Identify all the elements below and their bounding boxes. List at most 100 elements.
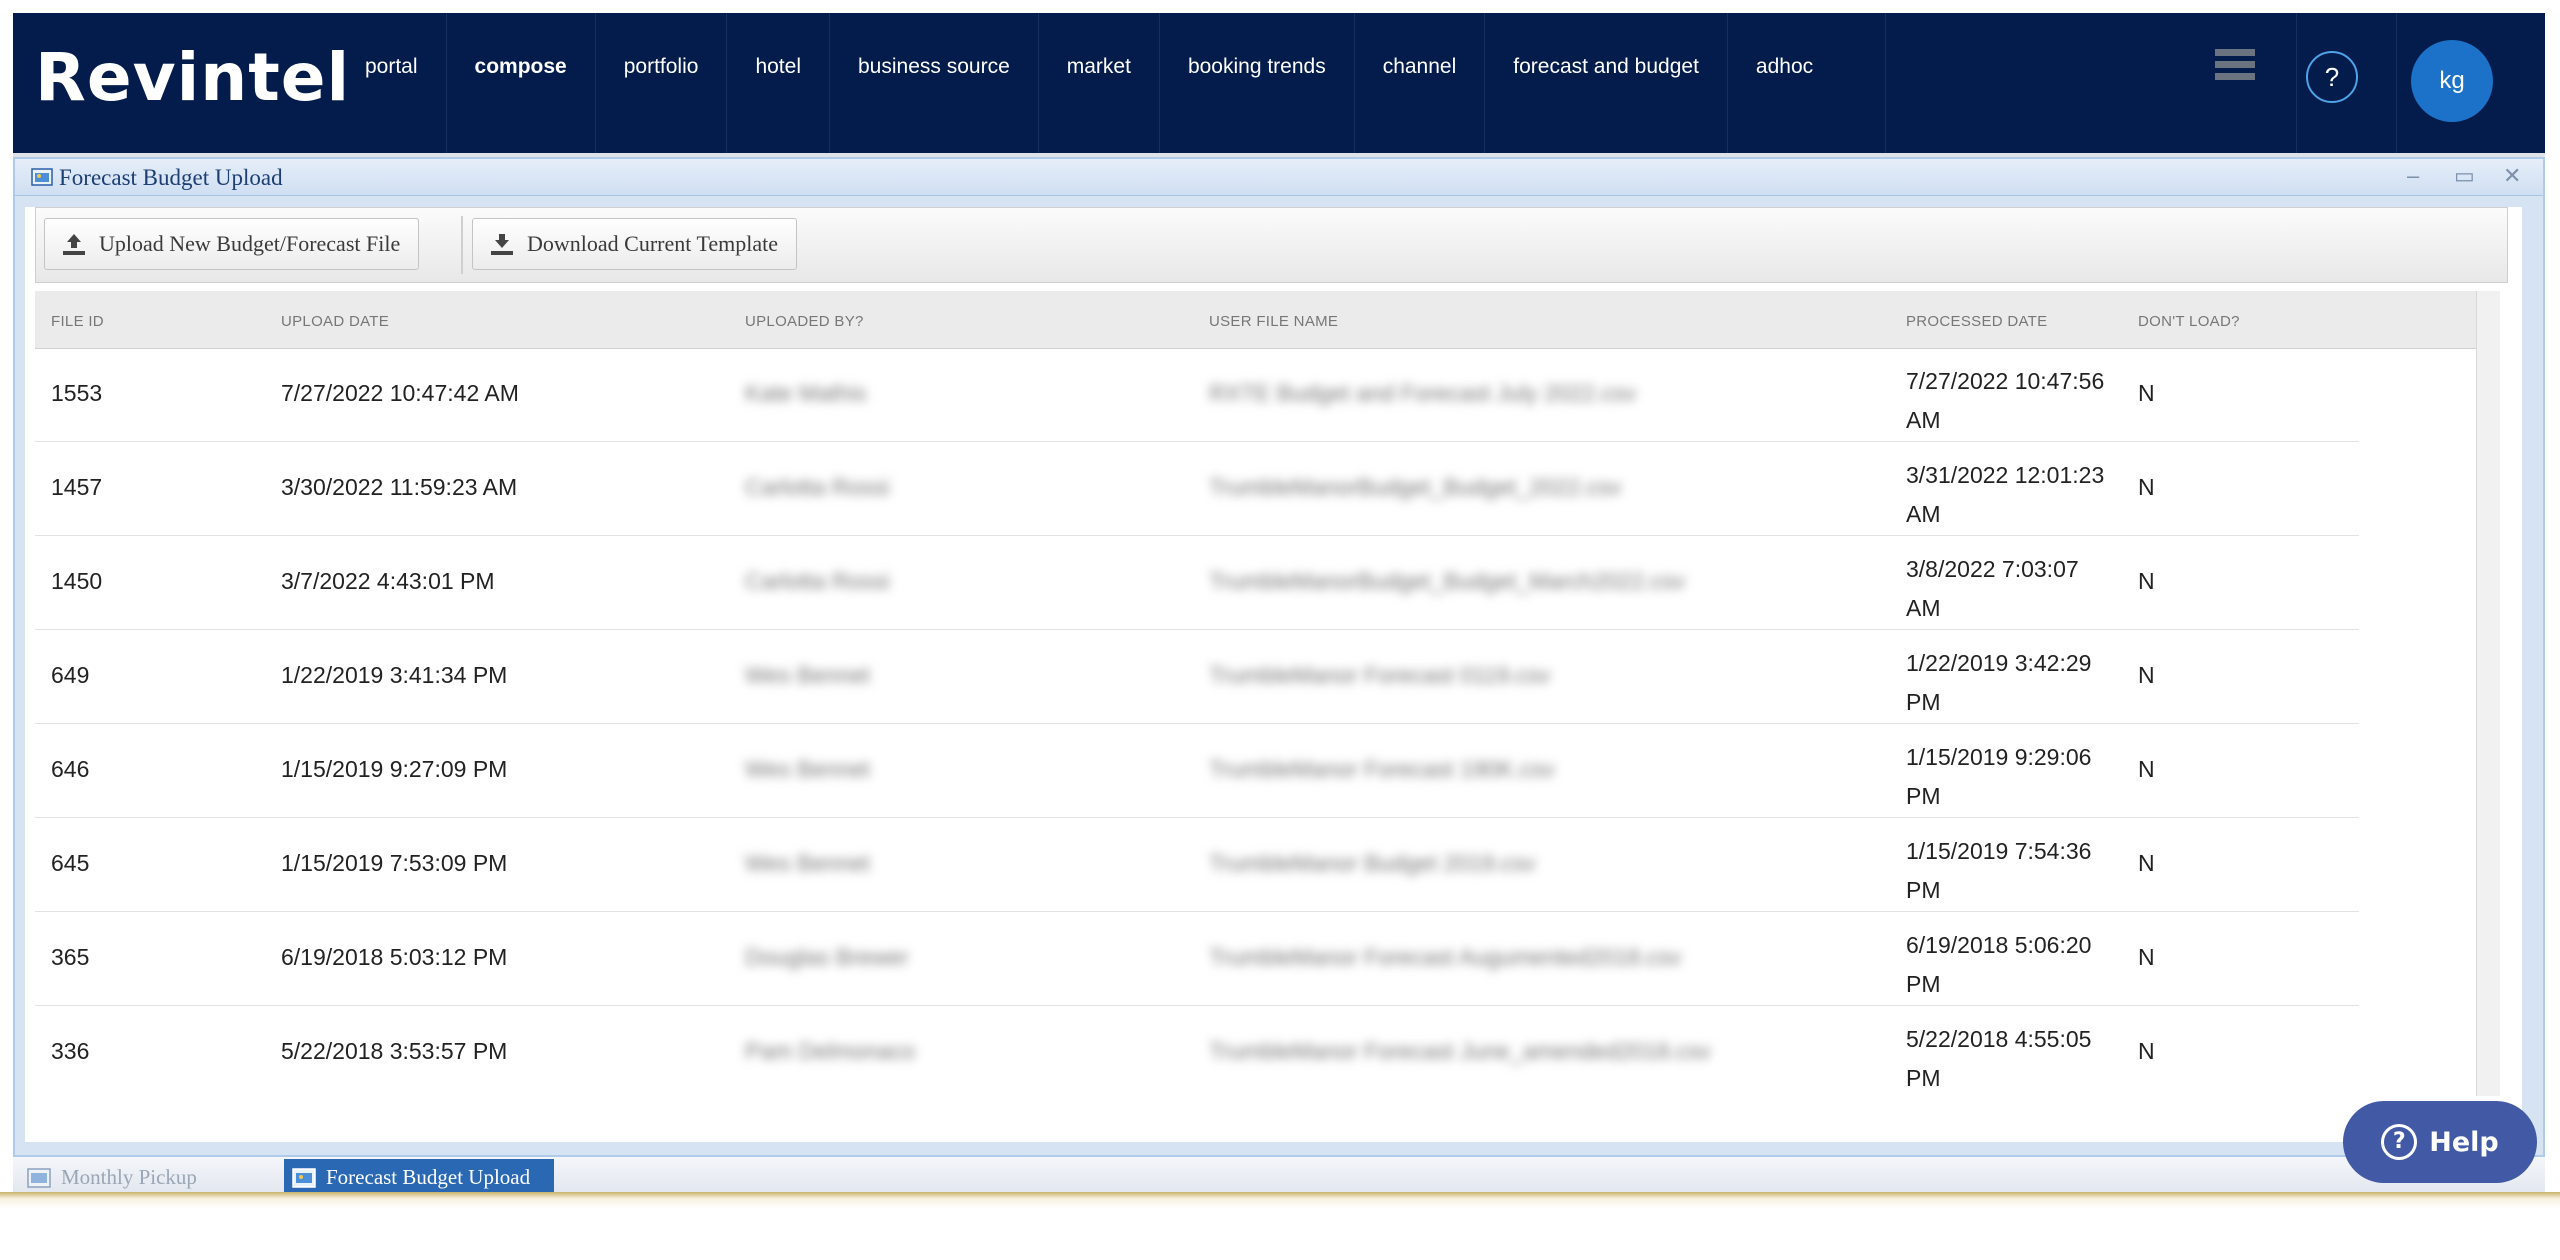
cell-file-id: 1450 xyxy=(51,568,103,594)
cell-uploaded-by: Pam Delmonaco xyxy=(745,1038,916,1064)
table-row[interactable]: 336 5/22/2018 3:53:57 PM Pam Delmonaco Trum… xyxy=(35,1006,2359,1096)
cell-upload-date: 1/22/2019 3:41:34 PM xyxy=(281,662,508,688)
cell-processed-date: 1/15/2019 9:29:06 PM xyxy=(1906,744,2092,809)
download-button-label: Download Current Template xyxy=(527,231,778,256)
cell-uploaded-by: Wes Bennet xyxy=(745,662,870,688)
column-header-processed-date[interactable]: PROCESSED DATE xyxy=(1906,313,2047,330)
cell-file-id: 336 xyxy=(51,1038,90,1064)
nav-item-business-source[interactable]: business source xyxy=(830,13,1039,153)
cell-dont-load: N xyxy=(2138,850,2155,876)
top-navbar: Revintel portal compose portfolio hotel … xyxy=(13,13,2545,153)
table-row[interactable]: 646 1/15/2019 9:27:09 PM Wes Bennet Trumble… xyxy=(35,724,2359,818)
task-label: Monthly Pickup xyxy=(61,1165,197,1189)
task-label: Forecast Budget Upload xyxy=(326,1165,531,1189)
column-header-user-file-name[interactable]: USER FILE NAME xyxy=(1209,313,1338,330)
help-button[interactable]: ? Help xyxy=(2343,1101,2537,1183)
table-row[interactable]: 1457 3/30/2022 11:59:23 AM Carlotta Rossi T… xyxy=(35,442,2359,536)
task-monthly-pickup[interactable]: Monthly Pickup xyxy=(19,1159,205,1196)
column-header-upload-date[interactable]: UPLOAD DATE xyxy=(281,313,389,330)
window-body: Upload New Budget/Forecast File Download… xyxy=(25,207,2522,1192)
cell-uploaded-by: Carlotta Rossi xyxy=(745,568,890,594)
window-title: Forecast Budget Upload xyxy=(59,165,283,190)
cell-user-file-name: TrumbleManor Budget 2019.csv xyxy=(1209,850,1536,876)
window-titlebar[interactable]: Forecast Budget Upload – ▭ ✕ xyxy=(15,159,2543,196)
cell-dont-load: N xyxy=(2138,756,2155,782)
cell-uploaded-by: Carlotta Rossi xyxy=(745,474,890,500)
column-header-file-id[interactable]: FILE ID xyxy=(51,313,104,330)
column-header-dont-load[interactable]: DON'T LOAD? xyxy=(2138,313,2240,330)
cell-uploaded-by: Douglas Brewer xyxy=(745,944,909,970)
upload-icon xyxy=(63,234,85,255)
hamburger-menu-icon[interactable] xyxy=(2215,49,2255,89)
grid-rows: 1553 7/27/2022 10:47:42 AM Kate Mathis RXTE… xyxy=(35,348,2476,1096)
cell-upload-date: 7/27/2022 10:47:42 AM xyxy=(281,380,519,406)
nav-item-forecast-and-budget[interactable]: forecast and budget xyxy=(1485,13,1728,153)
cell-dont-load: N xyxy=(2138,474,2155,500)
cell-dont-load: N xyxy=(2138,1038,2155,1064)
help-question-icon: ? xyxy=(2381,1124,2418,1160)
table-row[interactable]: 1450 3/7/2022 4:43:01 PM Carlotta Rossi Tru… xyxy=(35,536,2359,630)
uploads-grid: FILE ID UPLOAD DATE UPLOADED BY? USER FI… xyxy=(35,291,2500,1096)
cell-file-id: 645 xyxy=(51,850,90,876)
cell-user-file-name: TrumbleManorBudget_Budget_March2022.csv xyxy=(1209,568,1686,594)
nav-item-portal[interactable]: portal xyxy=(337,13,447,153)
cell-processed-date: 6/19/2018 5:06:20 PM xyxy=(1906,932,2092,997)
nav-item-market[interactable]: market xyxy=(1039,13,1160,153)
cell-file-id: 365 xyxy=(51,944,90,970)
cell-upload-date: 6/19/2018 5:03:12 PM xyxy=(281,944,508,970)
table-row[interactable]: 1553 7/27/2022 10:47:42 AM Kate Mathis RXTE… xyxy=(35,348,2359,442)
cell-upload-date: 1/15/2019 7:53:09 PM xyxy=(281,850,508,876)
nav-item-channel[interactable]: channel xyxy=(1355,13,1486,153)
brand-logo[interactable]: Revintel xyxy=(35,39,350,116)
help-button-label: Help xyxy=(2429,1126,2499,1158)
upload-button-label: Upload New Budget/Forecast File xyxy=(99,231,401,256)
cell-uploaded-by: Wes Bennet xyxy=(745,756,870,782)
maximize-icon[interactable]: ▭ xyxy=(2454,163,2475,189)
toolbar-divider xyxy=(461,216,463,274)
task-forecast-budget-upload[interactable]: Forecast Budget Upload xyxy=(284,1159,554,1196)
page-bottom-edge xyxy=(0,1192,2560,1208)
window-taskbar: Monthly Pickup Forecast Budget Upload xyxy=(13,1157,2545,1196)
nav-item-adhoc[interactable]: adhoc xyxy=(1728,13,1886,153)
nav-item-portfolio[interactable]: portfolio xyxy=(596,13,728,153)
table-row[interactable]: 365 6/19/2018 5:03:12 PM Douglas Brewer Tru… xyxy=(35,912,2359,1006)
cell-upload-date: 5/22/2018 3:53:57 PM xyxy=(281,1038,508,1064)
table-row[interactable]: 645 1/15/2019 7:53:09 PM Wes Bennet Trumble… xyxy=(35,818,2359,912)
cell-upload-date: 3/30/2022 11:59:23 AM xyxy=(281,474,518,500)
vertical-scrollbar[interactable] xyxy=(2476,291,2500,1096)
cell-processed-date: 5/22/2018 4:55:05 PM xyxy=(1906,1026,2092,1091)
cell-dont-load: N xyxy=(2138,662,2155,688)
close-icon[interactable]: ✕ xyxy=(2503,163,2521,189)
minimize-icon[interactable]: – xyxy=(2407,163,2419,189)
cell-file-id: 1553 xyxy=(51,380,103,406)
window-app-icon xyxy=(31,168,53,186)
table-row[interactable]: 649 1/22/2019 3:41:34 PM Wes Bennet Trumble… xyxy=(35,630,2359,724)
cell-file-id: 646 xyxy=(51,756,90,782)
cell-user-file-name: RXTE Budget and Forecast July 2022.csv xyxy=(1209,380,1636,406)
column-header-uploaded-by[interactable]: UPLOADED BY? xyxy=(745,313,864,330)
cell-user-file-name: TrumbleManor Forecast 0119.csv xyxy=(1209,662,1551,688)
cell-file-id: 1457 xyxy=(51,474,103,500)
cell-processed-date: 3/8/2022 7:03:07 AM xyxy=(1906,556,2079,621)
cell-user-file-name: TrumbleManorBudget_Budget_2022.csv xyxy=(1209,474,1622,500)
grid-header: FILE ID UPLOAD DATE UPLOADED BY? USER FI… xyxy=(35,291,2476,349)
nav-item-booking-trends[interactable]: booking trends xyxy=(1160,13,1355,153)
window-app-icon xyxy=(27,1167,51,1188)
user-avatar[interactable]: kg xyxy=(2411,40,2493,122)
cell-uploaded-by: Kate Mathis xyxy=(745,380,867,406)
cell-processed-date: 1/22/2019 3:42:29 PM xyxy=(1906,650,2092,715)
cell-user-file-name: TrumbleManor Forecast Augumented2018.csv xyxy=(1209,944,1682,970)
nav-item-compose[interactable]: compose xyxy=(447,13,596,153)
upload-file-button[interactable]: Upload New Budget/Forecast File xyxy=(44,218,420,270)
cell-uploaded-by: Wes Bennet xyxy=(745,850,870,876)
help-icon[interactable]: ? xyxy=(2306,51,2358,103)
cell-dont-load: N xyxy=(2138,568,2155,594)
cell-upload-date: 1/15/2019 9:27:09 PM xyxy=(281,756,508,782)
nav-item-hotel[interactable]: hotel xyxy=(727,13,830,153)
forecast-budget-window: Forecast Budget Upload – ▭ ✕ Upload New … xyxy=(13,157,2545,1192)
cell-user-file-name: TrumbleManor Forecast June_amended2018.c… xyxy=(1209,1038,1711,1064)
download-template-button[interactable]: Download Current Template xyxy=(472,218,797,270)
cell-dont-load: N xyxy=(2138,380,2155,406)
app-frame: Revintel portal compose portfolio hotel … xyxy=(13,13,2545,1196)
window-app-icon xyxy=(292,1167,316,1188)
